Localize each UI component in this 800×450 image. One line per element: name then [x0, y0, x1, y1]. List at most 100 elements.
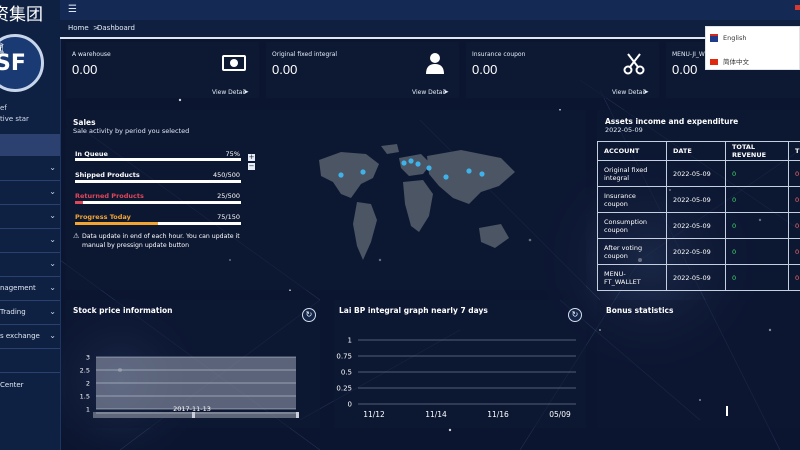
- sidebar-item-1[interactable]: ⌄: [0, 157, 60, 181]
- panel-title: Stock price information: [73, 306, 173, 315]
- sidebar-item-5[interactable]: ⌄: [0, 253, 60, 277]
- revenue-cell: 0: [725, 238, 789, 265]
- stat-label: Original fixed integral: [272, 51, 338, 58]
- money-icon: [222, 55, 246, 71]
- chevron-down-icon: ⌄: [49, 187, 56, 196]
- refresh-icon[interactable]: ↻: [302, 308, 316, 322]
- panel-date: 2022-05-09: [605, 126, 643, 134]
- menu-toggle-icon[interactable]: ☰: [68, 4, 77, 15]
- sidebar-item-4[interactable]: ⌄: [0, 229, 60, 253]
- y-tick-label: 1: [348, 337, 352, 345]
- sidebar-item-3[interactable]: ⌄: [0, 205, 60, 229]
- refresh-icon[interactable]: ↻: [568, 308, 582, 322]
- progress-label: In Queue: [75, 150, 108, 158]
- panel-title: Lai BP integral graph nearly 7 days: [339, 306, 488, 315]
- stat-label: MENU-JI_W: [672, 51, 705, 58]
- sidebar-item-exchange[interactable]: s exchange ⌄: [0, 325, 60, 349]
- breadcrumb: Home > Dashboard: [60, 20, 800, 38]
- stat-label: A warehouse: [72, 51, 111, 58]
- revenue-cell: 0: [725, 212, 789, 239]
- panel-title: Sales: [73, 118, 96, 127]
- progress-fill: [75, 201, 84, 204]
- update-note: Data update in end of each hour. You can…: [82, 233, 240, 249]
- date-cell: 2022-05-09: [666, 264, 726, 291]
- plus-button[interactable]: +: [248, 154, 255, 161]
- y-tick-label: 1: [86, 406, 90, 414]
- language-option-chinese[interactable]: 简体中文: [710, 56, 749, 66]
- y-tick-label: 0.75: [336, 353, 352, 361]
- breadcrumb-home[interactable]: Home: [68, 24, 89, 32]
- t-cell: 0: [788, 264, 800, 291]
- progress-track: [75, 180, 241, 183]
- text-cursor: [726, 406, 728, 416]
- world-map: [319, 144, 515, 260]
- account-cell: Insurance coupon: [597, 186, 667, 213]
- table-row: Consumption coupon 2022-05-09 0 0: [597, 212, 800, 239]
- arrow-circle-icon[interactable]: ➤: [443, 88, 449, 96]
- progress-fill: [75, 158, 200, 161]
- sidebar-item-center[interactable]: Center: [0, 374, 60, 398]
- stat-card-insurance: Insurance coupon 0.00 View Detail ➤: [466, 42, 659, 98]
- view-detail-link[interactable]: View Detail: [612, 89, 646, 96]
- column-header: TOTAL REVENUE: [725, 141, 789, 161]
- progress-value: 25/500: [217, 192, 240, 200]
- revenue-cell: 0: [725, 186, 789, 213]
- arrow-circle-icon[interactable]: ➤: [643, 88, 649, 96]
- brand-name: 资集团: [0, 5, 43, 25]
- sidebar-item-2[interactable]: ⌄: [0, 181, 60, 205]
- sidebar-item-management[interactable]: nagement ⌄: [0, 277, 60, 301]
- progress-track: [75, 222, 241, 225]
- account-cell: MENU-FT_WALLET: [597, 264, 667, 291]
- date-cell: 2022-05-09: [666, 186, 726, 213]
- logo-text: SF: [0, 51, 26, 76]
- uk-flag-icon: [710, 34, 718, 42]
- chevron-down-icon: ⌄: [49, 307, 56, 316]
- language-label: English: [723, 34, 747, 42]
- stat-value: 0.00: [472, 62, 498, 77]
- progress-track: [75, 201, 241, 204]
- sidebar-item-trading[interactable]: Trading ⌄: [0, 301, 60, 325]
- y-tick-label: 1.5: [80, 393, 90, 401]
- panel-title: Bonus statistics: [606, 306, 674, 315]
- account-cell: Original fixed integral: [597, 160, 667, 187]
- stat-label: Insurance coupon: [472, 51, 526, 58]
- progress-value: 75/150: [217, 213, 240, 221]
- table-row: MENU-FT_WALLET 2022-05-09 0 0: [597, 264, 800, 291]
- language-dropdown: English 简体中文: [705, 26, 800, 70]
- date-cell: 2022-05-09: [666, 212, 726, 239]
- progress-track: [75, 158, 241, 161]
- arrow-circle-icon[interactable]: ➤: [243, 88, 249, 96]
- sidebar-item-label: Center: [0, 381, 24, 389]
- language-option-english[interactable]: English: [710, 34, 746, 42]
- language-flag-icon[interactable]: [795, 5, 800, 10]
- panel-subtitle: Sale activity by period you selected: [73, 127, 190, 135]
- revenue-cell: 0: [725, 264, 789, 291]
- table-row: Original fixed integral 2022-05-09 0 0: [597, 160, 800, 187]
- sidebar: 资集团 🏛 SF ef tive star ⌄ ⌄ ⌄ ⌄ ⌄ nagement…: [0, 0, 61, 450]
- column-header: ACCOUNT: [597, 141, 667, 161]
- slider-handle: [296, 412, 299, 418]
- view-detail-link[interactable]: View Detail: [412, 89, 446, 96]
- x-tick-label: 11/14: [425, 410, 447, 419]
- panel-title: Assets income and expenditure: [605, 117, 739, 126]
- chevron-down-icon: ⌄: [49, 211, 56, 220]
- chevron-down-icon: ⌄: [49, 331, 56, 340]
- table-header: ACCOUNT DATE TOTAL REVENUE T: [597, 141, 800, 161]
- view-detail-link[interactable]: View Detail: [212, 89, 246, 96]
- t-cell: 0: [788, 160, 800, 187]
- sales-panel: Sales Sale activity by period you select…: [66, 110, 586, 290]
- divider: [60, 37, 800, 39]
- t-cell: 0: [788, 186, 800, 213]
- progress-label: Returned Products: [75, 192, 144, 200]
- sidebar-item-8[interactable]: [0, 349, 60, 373]
- y-tick-label: 0: [348, 401, 352, 409]
- sidebar-item-active[interactable]: [0, 134, 60, 156]
- account-cell: Consumption coupon: [597, 212, 667, 239]
- scissors-icon: [623, 53, 645, 75]
- sidebar-item-label: nagement: [0, 284, 36, 292]
- t-cell: 0: [788, 238, 800, 265]
- sidebar-item-label: s exchange: [0, 332, 40, 340]
- top-bar: ☰: [60, 0, 800, 20]
- minus-button[interactable]: −: [248, 163, 255, 170]
- company-logo: 🏛 SF: [0, 34, 44, 92]
